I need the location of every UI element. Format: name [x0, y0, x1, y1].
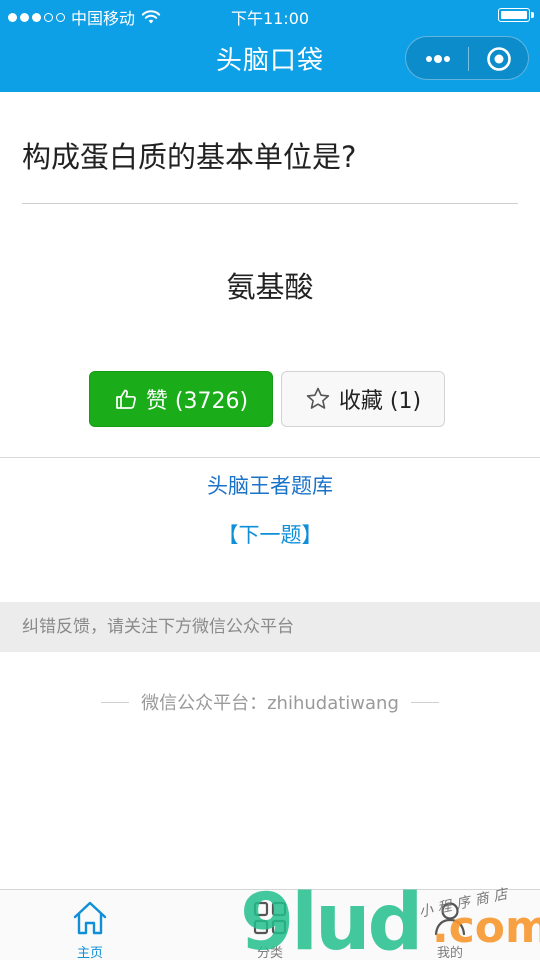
tab-home-label: 主页	[76, 946, 103, 960]
tab-home[interactable]: 主页	[30, 890, 150, 960]
battery-icon	[498, 8, 534, 22]
status-bar: 中国移动 下午11:00	[0, 0, 540, 30]
home-icon	[73, 901, 107, 935]
like-button-label: 赞 (3726)	[145, 389, 249, 414]
grid-icon	[253, 901, 287, 935]
decorative-line	[410, 701, 439, 703]
header-bar: 中国移动 下午11:00 头脑口袋	[0, 0, 540, 92]
decorative-line	[101, 701, 130, 703]
favorite-button[interactable]: 收藏 (1)	[281, 371, 445, 427]
answer-text: 氨基酸	[226, 270, 314, 304]
thumb-up-icon	[116, 389, 136, 409]
divider	[0, 457, 540, 458]
person-icon	[434, 902, 466, 936]
star-outline-icon	[306, 387, 330, 409]
mini-program-capsule	[405, 36, 529, 80]
feedback-notice: 纠错反馈，请关注下方微信公众平台	[0, 602, 540, 652]
capsule-divider	[468, 47, 469, 71]
question-bank-link[interactable]: 头脑王者题库	[0, 470, 540, 500]
tab-bar: 主页 分类 我的	[0, 889, 540, 960]
question-text: 构成蛋白质的基本单位是?	[22, 140, 357, 174]
status-time: 下午11:00	[230, 9, 310, 28]
tab-category-label: 分类	[256, 946, 283, 960]
public-account-row: 微信公众平台：zhihudatiwang	[0, 689, 540, 715]
more-dots-icon[interactable]	[424, 49, 452, 69]
target-circle-icon[interactable]	[486, 46, 512, 72]
tab-me-label: 我的	[436, 946, 463, 960]
public-account-text: 微信公众平台：zhihudatiwang	[141, 693, 399, 714]
favorite-button-label: 收藏 (1)	[338, 389, 422, 414]
like-button[interactable]: 赞 (3726)	[89, 371, 273, 427]
next-question-link[interactable]: 【下一题】	[0, 519, 540, 549]
tab-me[interactable]: 我的	[390, 890, 510, 960]
tab-category[interactable]: 分类	[210, 890, 330, 960]
divider	[22, 203, 518, 204]
